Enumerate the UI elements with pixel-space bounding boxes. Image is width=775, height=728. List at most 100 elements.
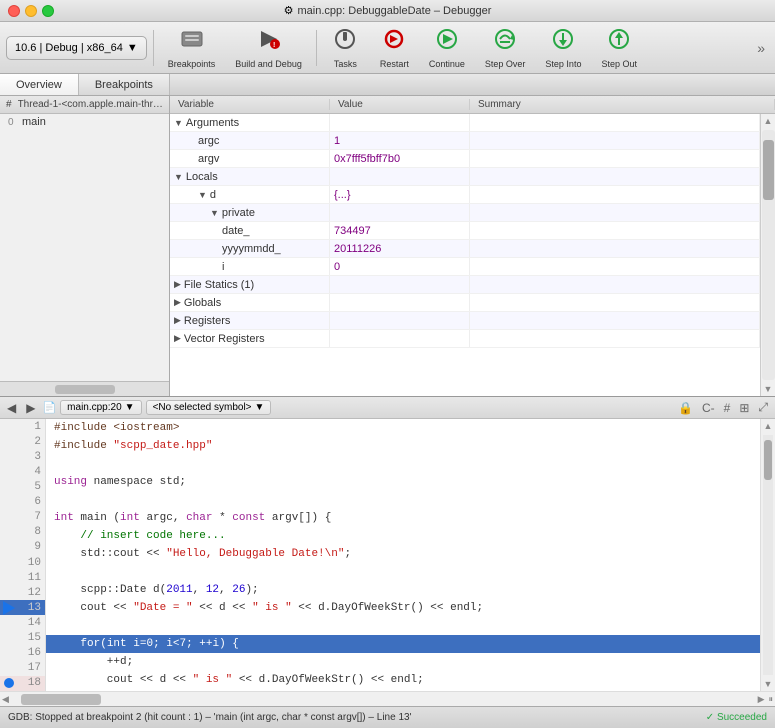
symbol-selector[interactable]: <No selected symbol> ▼ <box>146 400 272 415</box>
disclosure-vectorregs[interactable]: ▶ <box>174 333 181 344</box>
scheme-chevron-icon: ▼ <box>127 42 138 54</box>
restart-label: Restart <box>380 60 409 69</box>
build-debug-button[interactable]: ! Build and Debug <box>227 24 310 71</box>
step-out-button[interactable]: Step Out <box>593 24 645 71</box>
expand-icon[interactable]: ⤢ <box>755 399 771 416</box>
var-row-vectorregs[interactable]: ▶ Vector Registers <box>170 330 760 348</box>
tab-bar: Overview Breakpoints <box>0 74 775 96</box>
scroll-up-icon[interactable]: ▲ <box>762 114 775 128</box>
var-name-yyyymmdd: yyyymmdd_ <box>222 243 281 255</box>
code-hscrollbar[interactable]: ◀ ▶ ⏸ <box>0 691 775 706</box>
thread-name: main <box>22 116 46 128</box>
var-row-i[interactable]: i 0 <box>170 258 760 276</box>
var-val-vectorregs <box>330 330 470 347</box>
tasks-button[interactable]: Tasks <box>323 24 368 71</box>
linenum-14: 14 <box>18 617 45 629</box>
disclosure-registers[interactable]: ▶ <box>174 315 181 326</box>
code-toolbar-right: 🔒 C- # ⊞ ⤢ <box>675 399 771 416</box>
hscroll-left-icon[interactable]: ◀ <box>0 694 11 705</box>
var-val-argc: 1 <box>330 132 470 149</box>
tab-breakpoints[interactable]: Breakpoints <box>79 74 170 95</box>
thread-scrollbar[interactable] <box>0 381 169 396</box>
var-row-yyyymmdd[interactable]: yyyymmdd_ 20111226 <box>170 240 760 258</box>
hscroll-right-icon[interactable]: ▶ <box>756 694 767 705</box>
code-editor-area: ◀ ▶ 📄 main.cpp:20 ▼ <No selected symbol>… <box>0 396 775 706</box>
close-button[interactable] <box>8 5 20 17</box>
lock-icon[interactable]: 🔒 <box>675 400 696 416</box>
continue-icon <box>433 26 461 58</box>
disclosure-locals[interactable]: ▼ <box>174 172 183 182</box>
var-row-argc[interactable]: argc 1 <box>170 132 760 150</box>
thread-item-0[interactable]: 0 main <box>0 114 169 130</box>
var-row-filestatics[interactable]: ▶ File Statics (1) <box>170 276 760 294</box>
var-row-argv[interactable]: argv 0x7fff5fbff7b0 <box>170 150 760 168</box>
step-over-button[interactable]: Step Over <box>477 24 534 71</box>
disclosure-filestatics[interactable]: ▶ <box>174 279 181 290</box>
linenum-11: 11 <box>18 572 45 584</box>
disclosure-arguments[interactable]: ▼ <box>174 118 183 128</box>
file-selector[interactable]: main.cpp:20 ▼ <box>60 400 141 415</box>
scroll-down-icon[interactable]: ▼ <box>762 382 775 396</box>
var-sum-arguments <box>470 114 760 131</box>
gutter-row-15: 15 <box>0 631 45 646</box>
tab-overview[interactable]: Overview <box>0 74 79 95</box>
nav-back-button[interactable]: ◀ <box>4 400 19 416</box>
gutter-row-8: 8 <box>0 525 45 540</box>
code-line-8: std::cout << "Hello, Debuggable Date!\n"… <box>46 545 760 563</box>
linenum-8: 8 <box>18 526 45 538</box>
code-line-5 <box>46 491 760 509</box>
status-bar: GDB: Stopped at breakpoint 2 (hit count … <box>0 706 775 728</box>
toolbar-overflow-button[interactable]: » <box>753 36 769 60</box>
file-icon: 📄 <box>42 401 56 414</box>
code-line-1: #include <iostream> <box>46 419 760 437</box>
maximize-button[interactable] <box>42 5 54 17</box>
disclosure-d[interactable]: ▼ <box>198 190 207 200</box>
minimize-button[interactable] <box>25 5 37 17</box>
code-scrollbar[interactable]: ▲ ▼ <box>760 419 775 691</box>
hscroll-thumb[interactable] <box>21 694 101 705</box>
var-val-d: {...} <box>330 186 470 203</box>
var-sum-i <box>470 258 760 275</box>
linenum-15: 15 <box>18 632 45 644</box>
code-line-7: // insert code here... <box>46 527 760 545</box>
var-row-date[interactable]: date_ 734497 <box>170 222 760 240</box>
variables-scrollbar[interactable]: ▲ ▼ <box>760 114 775 396</box>
panel-icon[interactable]: C- <box>699 400 718 416</box>
scrollbar-thumb[interactable] <box>763 140 774 200</box>
code-scroll-down-icon[interactable]: ▼ <box>761 677 775 691</box>
var-sum-locals <box>470 168 760 185</box>
code-scrollbar-thumb[interactable] <box>764 440 772 480</box>
var-row-locals[interactable]: ▼ Locals <box>170 168 760 186</box>
var-row-globals[interactable]: ▶ Globals <box>170 294 760 312</box>
code-line-13: for(int i=0; i<7; ++i) { <box>46 635 760 653</box>
restart-button[interactable]: Restart <box>372 24 417 71</box>
step-into-button[interactable]: Step Into <box>537 24 589 71</box>
continue-button[interactable]: Continue <box>421 24 473 71</box>
code-scroll-up-icon[interactable]: ▲ <box>761 419 775 433</box>
scheme-selector[interactable]: 10.6 | Debug | x86_64 ▼ <box>6 36 147 60</box>
code-text-area[interactable]: #include <iostream> #include "scpp_date.… <box>46 419 760 691</box>
col-value: Value <box>330 99 470 110</box>
var-sum-registers <box>470 312 760 329</box>
linenum-3: 3 <box>18 451 45 463</box>
var-row-d[interactable]: ▼ d {...} <box>170 186 760 204</box>
disclosure-private[interactable]: ▼ <box>210 208 219 218</box>
var-name-argc: argc <box>198 135 219 147</box>
var-sum-argv <box>470 150 760 167</box>
var-sum-vectorregs <box>470 330 760 347</box>
hash-icon[interactable]: # <box>721 400 734 416</box>
thread-col-hash: # <box>6 99 12 110</box>
window-controls[interactable] <box>8 5 54 17</box>
nav-fwd-button[interactable]: ▶ <box>23 400 38 416</box>
var-row-registers[interactable]: ▶ Registers <box>170 312 760 330</box>
gutter-row-10: 10 <box>0 555 45 570</box>
var-row-arguments[interactable]: ▼ Arguments <box>170 114 760 132</box>
breakpoints-icon <box>178 26 206 58</box>
breakpoints-button[interactable]: Breakpoints <box>160 24 224 71</box>
linenum-18: 18 <box>18 677 45 689</box>
disclosure-globals[interactable]: ▶ <box>174 297 181 308</box>
var-row-private[interactable]: ▼ private <box>170 204 760 222</box>
pause-icon[interactable]: ⏸ <box>766 694 775 705</box>
grid-icon[interactable]: ⊞ <box>736 400 752 416</box>
svg-text:!: ! <box>273 42 275 49</box>
